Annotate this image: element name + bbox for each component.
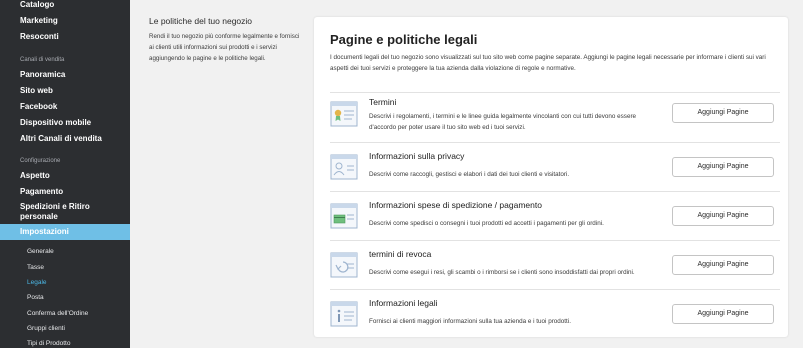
add-pages-button-shipping[interactable]: Aggiungi Pagine — [672, 206, 774, 226]
row-title: Termini — [369, 97, 397, 107]
sidebar-item-spedizioni[interactable]: Spedizioni e Ritiro personale — [0, 202, 110, 222]
add-pages-button-revocation[interactable]: Aggiungi Pagine — [672, 255, 774, 275]
sidebar-item-panoramica[interactable]: Panoramica — [0, 70, 130, 80]
sidebar-item-impostazioni-label: Impostazioni — [20, 227, 69, 236]
return-arrow-icon — [330, 252, 358, 278]
legal-row-revocation: termini di revoca Descrivi come esegui i… — [330, 240, 780, 289]
row-title: Informazioni spese di spedizione / pagam… — [369, 200, 542, 210]
row-title: termini di revoca — [369, 249, 432, 259]
row-divider — [330, 289, 780, 290]
sidebar-item-aspetto[interactable]: Aspetto — [0, 171, 130, 181]
row-title: Informazioni sulla privacy — [369, 151, 465, 161]
row-description: Descrivi come esegui i resi, gli scambi … — [369, 269, 635, 276]
card-intro: I documenti legali del tuo negozio sono … — [330, 54, 766, 72]
sidebar-item-catalogo[interactable]: Catalogo — [0, 0, 130, 10]
sidebar-item-resoconti[interactable]: Resoconti — [0, 32, 130, 42]
user-profile-icon — [330, 154, 358, 180]
legal-row-terms: Termini Descrivi i regolamenti, i termin… — [330, 92, 780, 142]
sidebar-item-sito-web[interactable]: Sito web — [0, 86, 130, 96]
sidebar-item-facebook[interactable]: Facebook — [0, 102, 130, 112]
sidebar-subitem-legale[interactable]: Legale — [27, 279, 47, 287]
sidebar: Catalogo Marketing Resoconti Canali di v… — [0, 0, 130, 348]
row-description: Descrivi i regolamenti, i termini e le l… — [369, 113, 637, 131]
certificate-document-icon — [330, 101, 358, 127]
sidebar-subitem-generale[interactable]: Generale — [27, 248, 54, 256]
section-description: Rendi il tuo negozio più conforme legalm… — [149, 33, 300, 62]
row-description: Fornisci ai clienti maggiori informazion… — [369, 318, 571, 325]
sidebar-item-altri-canali[interactable]: Altri Canali di vendita — [0, 134, 130, 144]
info-icon — [330, 301, 358, 327]
add-pages-button-terms[interactable]: Aggiungi Pagine — [672, 103, 774, 123]
row-description: Descrivi come spedisci o consegni i tuoi… — [369, 220, 604, 227]
legal-row-shipping-payment: Informazioni spese di spedizione / pagam… — [330, 191, 780, 240]
credit-card-icon — [330, 203, 358, 229]
sidebar-item-dispositivo-mobile[interactable]: Dispositivo mobile — [0, 118, 130, 128]
sidebar-subitem-posta[interactable]: Posta — [27, 294, 44, 302]
sidebar-section-sales-channels: Canali di vendita — [20, 57, 65, 63]
sidebar-item-marketing[interactable]: Marketing — [0, 16, 130, 26]
row-divider — [330, 142, 780, 143]
row-divider — [330, 191, 780, 192]
row-divider — [330, 92, 780, 93]
legal-pages-card: Pagine e politiche legali I documenti le… — [314, 17, 788, 337]
add-pages-button-privacy[interactable]: Aggiungi Pagine — [672, 157, 774, 177]
sidebar-subitem-gruppi-clienti[interactable]: Gruppi clienti — [27, 325, 65, 333]
legal-row-privacy: Informazioni sulla privacy Descrivi come… — [330, 142, 780, 191]
add-pages-button-legal-info[interactable]: Aggiungi Pagine — [672, 304, 774, 324]
sidebar-item-pagamento[interactable]: Pagamento — [0, 187, 130, 197]
sidebar-subitem-tipi-prodotto[interactable]: Tipi di Prodotto — [27, 340, 70, 348]
row-description: Descrivi come raccogli, gestisci e elabo… — [369, 171, 570, 178]
legal-row-legal-info: Informazioni legali Fornisci ai clienti … — [330, 289, 780, 338]
row-title: Informazioni legali — [369, 298, 438, 308]
sidebar-item-impostazioni[interactable]: Impostazioni — [0, 224, 130, 240]
sidebar-subitem-conferma-ordine[interactable]: Conferma dell'Ordine — [27, 310, 88, 318]
row-divider — [330, 240, 780, 241]
card-title: Pagine e politiche legali — [330, 32, 478, 47]
sidebar-section-configuration: Configurazione — [20, 158, 61, 164]
section-title: Le politiche del tuo negozio — [149, 16, 253, 26]
sidebar-subitem-tasse[interactable]: Tasse — [27, 264, 44, 272]
